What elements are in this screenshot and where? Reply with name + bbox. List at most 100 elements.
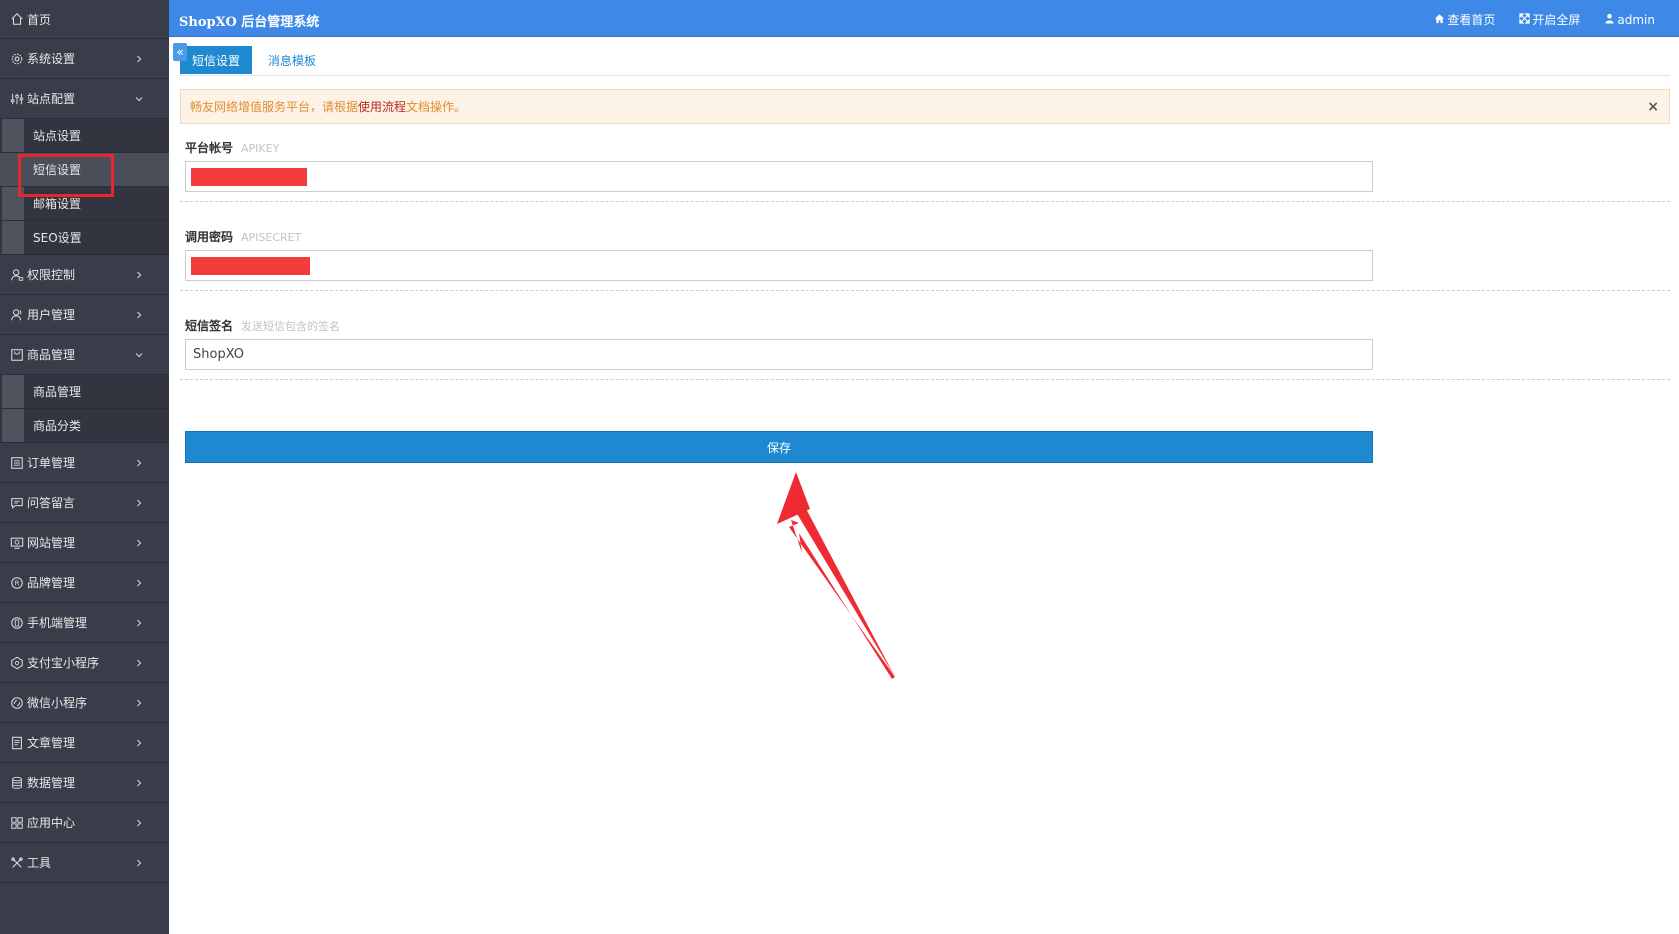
field-label: 调用密码 bbox=[185, 230, 234, 244]
sms-sign-field: 短信签名 发送短信包含的签名 bbox=[180, 317, 1670, 380]
save-button[interactable]: 保存 bbox=[185, 431, 1373, 463]
sub-label: 商品管理 bbox=[33, 385, 82, 399]
chevron-right-icon bbox=[135, 739, 143, 747]
message-icon bbox=[9, 495, 25, 511]
website-icon bbox=[9, 535, 25, 551]
order-icon bbox=[9, 455, 25, 471]
chevron-right-icon bbox=[135, 779, 143, 787]
nav-label: 问答留言 bbox=[27, 496, 76, 510]
home-icon bbox=[9, 11, 25, 27]
nav-mobile-manage[interactable]: 手机端管理 bbox=[0, 603, 169, 643]
user-menu[interactable]: admin bbox=[1604, 11, 1655, 28]
svg-text:R: R bbox=[15, 579, 20, 587]
chevron-down-icon bbox=[135, 351, 143, 359]
nav-label: 站点配置 bbox=[27, 92, 76, 106]
chevron-right-icon bbox=[135, 271, 143, 279]
chevron-right-icon bbox=[135, 819, 143, 827]
nav-home[interactable]: 首页 bbox=[0, 0, 169, 39]
sidebar: 首页 系统设置 站点配置 站点设置 短信设置 邮箱设置 SEO设置 权限控制 用… bbox=[0, 0, 169, 934]
field-hint: APIKEY bbox=[241, 142, 280, 155]
top-header: ShopXO 后台管理系统 查看首页 开启全屏 admin bbox=[169, 0, 1679, 37]
field-hint: APISECRET bbox=[241, 231, 302, 244]
tab-sms-settings[interactable]: 短信设置 bbox=[180, 46, 253, 74]
header-links: 查看首页 开启全屏 admin bbox=[1434, 11, 1679, 28]
nav-label: 文章管理 bbox=[27, 736, 76, 750]
chevron-right-icon bbox=[135, 579, 143, 587]
usage-flow-link[interactable]: 使用流程 bbox=[358, 98, 406, 115]
apikey-field: 平台帐号 APIKEY bbox=[180, 139, 1670, 202]
nav-label: 支付宝小程序 bbox=[27, 656, 100, 670]
field-hint: 发送短信包含的签名 bbox=[241, 320, 341, 333]
goods-submenu: 商品管理 商品分类 bbox=[0, 375, 169, 443]
sms-sign-input[interactable] bbox=[185, 339, 1373, 370]
fullscreen-link[interactable]: 开启全屏 bbox=[1519, 11, 1580, 28]
wechat-icon bbox=[9, 695, 25, 711]
redaction-mark bbox=[191, 168, 307, 186]
alert-prefix: 畅友网络增值服务平台，请根据 bbox=[190, 100, 359, 114]
highlight-annotation bbox=[18, 154, 114, 197]
nav-label: 数据管理 bbox=[27, 776, 76, 790]
sub-label: 站点设置 bbox=[33, 129, 82, 143]
nav-brand-manage[interactable]: R 品牌管理 bbox=[0, 563, 169, 603]
sliders-icon bbox=[9, 91, 25, 107]
tab-bar: 短信设置 消息模板 bbox=[180, 46, 1670, 76]
link-label: admin bbox=[1617, 12, 1655, 27]
divider bbox=[180, 379, 1670, 380]
divider bbox=[180, 290, 1670, 291]
nav-user-manage[interactable]: 用户管理 bbox=[0, 295, 169, 335]
chevron-right-icon bbox=[135, 459, 143, 467]
apisecret-input[interactable] bbox=[185, 250, 1373, 281]
sub-goods-manage[interactable]: 商品管理 bbox=[0, 375, 169, 409]
user-lock-icon bbox=[9, 267, 25, 283]
close-icon[interactable]: × bbox=[1647, 99, 1659, 115]
tab-message-template[interactable]: 消息模板 bbox=[256, 46, 328, 74]
nav-site-config[interactable]: 站点配置 bbox=[0, 79, 169, 119]
fullscreen-icon bbox=[1519, 12, 1532, 27]
chevron-right-icon bbox=[135, 539, 143, 547]
nav-qa-messages[interactable]: 问答留言 bbox=[0, 483, 169, 523]
user-icon bbox=[1604, 13, 1617, 27]
gear-icon bbox=[9, 51, 25, 67]
field-label: 短信签名 bbox=[185, 319, 234, 333]
nav-label: 手机端管理 bbox=[27, 616, 88, 630]
chevron-right-icon bbox=[135, 55, 143, 63]
nav-label: 用户管理 bbox=[27, 308, 76, 322]
main-content: 短信设置 消息模板 « 畅友网络增值服务平台，请根据 使用流程 文档操作。 × 平台… bbox=[169, 37, 1679, 934]
alert-suffix: 文档操作。 bbox=[406, 100, 467, 114]
chevron-right-icon bbox=[135, 499, 143, 507]
nav-label: 应用中心 bbox=[27, 816, 76, 830]
chevron-down-icon bbox=[135, 95, 143, 103]
nav-order-manage[interactable]: 订单管理 bbox=[0, 443, 169, 483]
nav-label: 订单管理 bbox=[27, 456, 76, 470]
chevron-right-icon bbox=[135, 699, 143, 707]
chevron-right-icon bbox=[135, 859, 143, 867]
nav-system-settings[interactable]: 系统设置 bbox=[0, 39, 169, 79]
sub-goods-category[interactable]: 商品分类 bbox=[0, 409, 169, 443]
alipay-icon bbox=[9, 655, 25, 671]
home-icon bbox=[1434, 13, 1447, 27]
collapse-sidebar-icon[interactable]: « bbox=[173, 43, 187, 61]
nav-tools[interactable]: 工具 bbox=[0, 843, 169, 883]
nav-alipay-mini[interactable]: 支付宝小程序 bbox=[0, 643, 169, 683]
brand-icon: R bbox=[9, 575, 25, 591]
redaction-mark bbox=[191, 257, 310, 275]
tools-icon bbox=[9, 855, 25, 871]
nav-website-manage[interactable]: 网站管理 bbox=[0, 523, 169, 563]
sub-seo-settings[interactable]: SEO设置 bbox=[0, 221, 169, 255]
nav-goods-manage[interactable]: 商品管理 bbox=[0, 335, 169, 375]
link-label: 开启全屏 bbox=[1532, 13, 1581, 27]
sub-site-settings[interactable]: 站点设置 bbox=[0, 119, 169, 153]
sub-label: SEO设置 bbox=[33, 231, 82, 245]
article-icon bbox=[9, 735, 25, 751]
nav-wechat-mini[interactable]: 微信小程序 bbox=[0, 683, 169, 723]
apikey-input[interactable] bbox=[185, 161, 1373, 192]
link-label: 查看首页 bbox=[1447, 13, 1496, 27]
nav-label: 权限控制 bbox=[27, 268, 76, 282]
nav-permission[interactable]: 权限控制 bbox=[0, 255, 169, 295]
chevron-right-icon bbox=[135, 659, 143, 667]
nav-data-manage[interactable]: 数据管理 bbox=[0, 763, 169, 803]
goods-icon bbox=[9, 347, 25, 363]
nav-article-manage[interactable]: 文章管理 bbox=[0, 723, 169, 763]
view-home-link[interactable]: 查看首页 bbox=[1434, 11, 1495, 28]
nav-app-center[interactable]: 应用中心 bbox=[0, 803, 169, 843]
